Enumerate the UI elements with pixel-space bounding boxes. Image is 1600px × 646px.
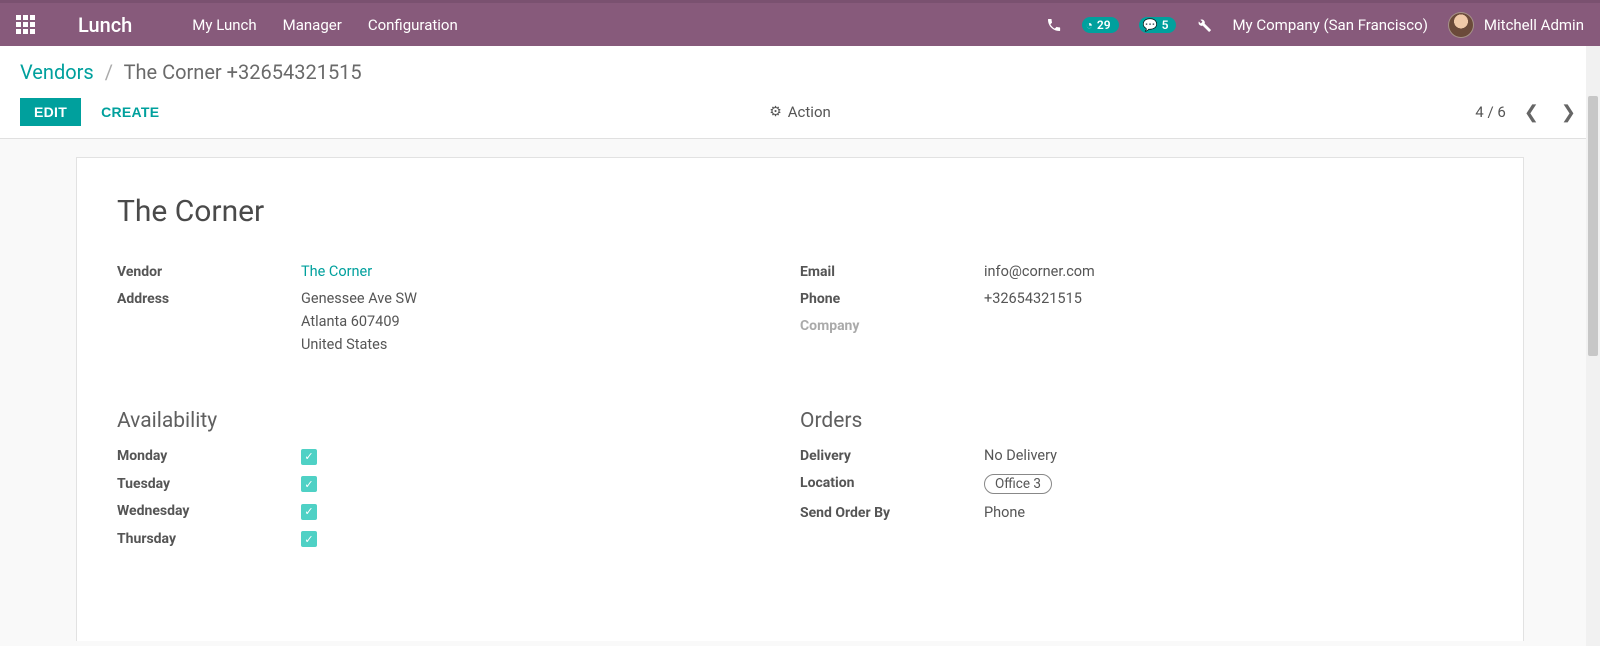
activity-badge[interactable]: ◔ 29 <box>1082 17 1119 33</box>
checkbox-wednesday[interactable] <box>301 504 317 520</box>
breadcrumb-current: The Corner +32654321515 <box>124 60 362 84</box>
user-name: Mitchell Admin <box>1484 16 1584 34</box>
phone-icon[interactable] <box>1046 17 1062 33</box>
messages-count: 5 <box>1162 18 1169 32</box>
control-bar: EDIT CREATE ⚙ Action 4 / 6 ❮ ❯ <box>0 90 1600 139</box>
scrollbar-thumb[interactable] <box>1588 96 1598 356</box>
action-dropdown[interactable]: ⚙ Action <box>769 103 831 121</box>
activity-count: 29 <box>1097 18 1111 32</box>
breadcrumb-sep: / <box>105 60 113 84</box>
avatar <box>1448 12 1474 38</box>
address-line-1: Genessee Ave SW <box>301 290 417 307</box>
day-label-monday: Monday <box>117 447 301 464</box>
orders-section: Orders Delivery No Delivery Location Off… <box>800 369 1483 557</box>
record-title: The Corner <box>117 194 1483 229</box>
checkbox-tuesday[interactable] <box>301 476 317 492</box>
sheet-wrap: The Corner Vendor The Corner Address Gen… <box>0 139 1600 641</box>
location-tag[interactable]: Office 3 <box>984 474 1052 494</box>
topbar-right: ◔ 29 💬 5 My Company (San Francisco) Mitc… <box>1046 12 1584 38</box>
email-label: Email <box>800 263 984 280</box>
create-button[interactable]: CREATE <box>89 98 171 126</box>
send-order-value: Phone <box>984 504 1025 521</box>
vendor-link[interactable]: The Corner <box>301 263 372 280</box>
pager: 4 / 6 ❮ ❯ <box>1475 102 1580 123</box>
edit-button[interactable]: EDIT <box>20 98 81 126</box>
orders-title: Orders <box>800 409 1483 433</box>
action-label: Action <box>788 103 831 121</box>
address-line-2: Atlanta 607409 <box>301 313 417 330</box>
gear-icon: ⚙ <box>769 104 782 120</box>
checkbox-thursday[interactable] <box>301 531 317 547</box>
email-value: info@corner.com <box>984 263 1095 280</box>
clock-icon: ◔ <box>1086 18 1093 32</box>
user-menu[interactable]: Mitchell Admin <box>1448 12 1584 38</box>
breadcrumb-root[interactable]: Vendors <box>20 60 94 84</box>
phone-value: +32654321515 <box>984 290 1082 307</box>
messages-badge[interactable]: 💬 5 <box>1139 17 1177 33</box>
send-order-label: Send Order By <box>800 504 984 521</box>
vendor-label: Vendor <box>117 263 301 280</box>
nav-links: My Lunch Manager Configuration <box>192 16 457 34</box>
nav-configuration[interactable]: Configuration <box>368 16 458 34</box>
tools-icon[interactable] <box>1196 17 1212 33</box>
day-label-thursday: Thursday <box>117 530 301 547</box>
form-sheet: The Corner Vendor The Corner Address Gen… <box>76 157 1524 641</box>
company-label: Company <box>800 317 984 334</box>
company-selector[interactable]: My Company (San Francisco) <box>1232 16 1427 34</box>
scrollbar-track[interactable] <box>1586 46 1600 646</box>
topbar: Lunch My Lunch Manager Configuration ◔ 2… <box>0 0 1600 46</box>
availability-title: Availability <box>117 409 800 433</box>
day-label-wednesday: Wednesday <box>117 502 301 519</box>
left-column: Vendor The Corner Address Genessee Ave S… <box>117 263 800 369</box>
checkbox-monday[interactable] <box>301 449 317 465</box>
day-label-tuesday: Tuesday <box>117 475 301 492</box>
delivery-label: Delivery <box>800 447 984 464</box>
pager-prev[interactable]: ❮ <box>1520 102 1543 123</box>
address-value: Genessee Ave SW Atlanta 607409 United St… <box>301 290 417 359</box>
pager-next[interactable]: ❯ <box>1557 102 1580 123</box>
pager-text: 4 / 6 <box>1475 103 1506 121</box>
phone-label: Phone <box>800 290 984 307</box>
availability-section: Availability Monday Tuesday Wednesday Th… <box>117 369 800 557</box>
address-line-3: United States <box>301 336 417 353</box>
location-label: Location <box>800 474 984 491</box>
nav-manager[interactable]: Manager <box>283 16 342 34</box>
right-column: Email info@corner.com Phone +32654321515… <box>800 263 1483 369</box>
breadcrumb: Vendors / The Corner +32654321515 <box>0 46 1600 90</box>
apps-menu-icon[interactable] <box>16 15 36 35</box>
nav-my-lunch[interactable]: My Lunch <box>192 16 256 34</box>
app-brand[interactable]: Lunch <box>78 13 132 37</box>
chat-icon: 💬 <box>1143 18 1158 32</box>
address-label: Address <box>117 290 301 307</box>
delivery-value: No Delivery <box>984 447 1057 464</box>
